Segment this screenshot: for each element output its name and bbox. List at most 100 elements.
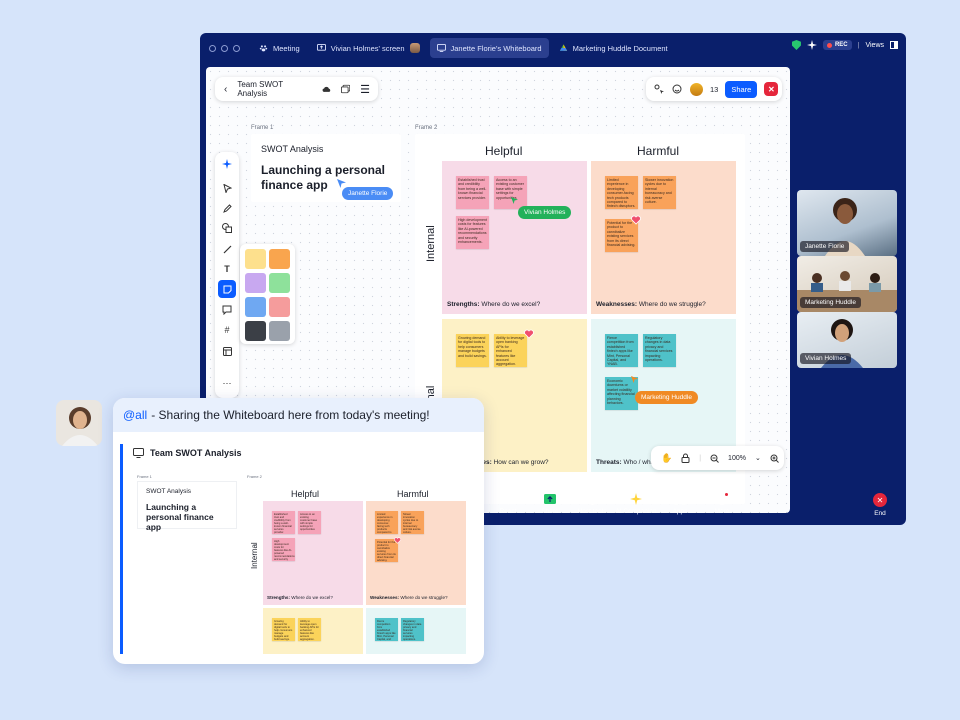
zoom-level[interactable]: 100% (728, 455, 746, 462)
color-swatch-orange[interactable] (269, 249, 290, 269)
tool-rail: T # ⋯ (215, 152, 239, 398)
sticky-note[interactable]: Access to an existing customer base with… (494, 176, 527, 209)
comment-tool-icon[interactable] (218, 301, 236, 319)
helpful-heading: Helpful (291, 489, 320, 499)
host-tools-label: Host tools (577, 508, 607, 515)
cursor-icon (337, 179, 346, 188)
weaknesses-quadrant[interactable]: Limited experience in developing consume… (591, 161, 736, 314)
record-dot-icon (826, 42, 832, 48)
preview-opportunities-quadrant: Growing demand for digital tools to help… (263, 608, 363, 654)
color-swatch-black[interactable] (245, 321, 266, 341)
more-icon (715, 493, 729, 505)
cursor-chat-icon[interactable] (654, 84, 665, 94)
sticky-note[interactable]: Ability to leverage open banking APIs fo… (494, 334, 527, 367)
frame-1-label: Frame 1 (137, 474, 152, 479)
strengths-quadrant[interactable]: Established trust and credibility from b… (442, 161, 587, 314)
sticky-note[interactable]: High development costs for features like… (456, 216, 489, 249)
mention-all[interactable]: @all (123, 408, 147, 422)
tab-vivian-screen[interactable]: Vivian Holmes' screen (310, 38, 427, 58)
color-swatch-red[interactable] (269, 297, 290, 317)
avatar (409, 43, 420, 53)
share-screen-icon (543, 493, 557, 505)
harmful-heading: Harmful (637, 144, 680, 158)
tab-meeting[interactable]: Meeting (252, 38, 307, 58)
whiteboard-preview-card[interactable]: Team SWOT Analysis Frame 1 Frame 2 SWOT … (120, 444, 484, 654)
whiteboard-title[interactable]: Team SWOT Analysis (237, 80, 301, 98)
pen-tool-icon[interactable] (218, 199, 236, 217)
preview-threats-quadrant: Fierce competition from established fint… (366, 608, 466, 654)
video-tile-janette[interactable]: Janette Florie (797, 190, 897, 256)
tab-document[interactable]: Marketing Huddle Document (552, 38, 675, 58)
divider: | (699, 454, 702, 462)
shapes-tool-icon[interactable] (218, 219, 236, 237)
zoom-in-icon[interactable] (770, 454, 779, 463)
react-label: React (499, 508, 517, 515)
close-whiteboard-button[interactable]: ✕ (764, 82, 779, 96)
end-label: End (874, 510, 886, 517)
sticky-note[interactable]: Slower innovation cycles due to internal… (643, 176, 676, 209)
video-tile-vivian[interactable]: Vivian Holmes (797, 312, 897, 368)
zoom-out-icon[interactable] (710, 454, 719, 463)
back-chevron-icon[interactable]: ‹ (224, 84, 227, 95)
hand-tool-icon[interactable]: ✋ (661, 453, 672, 464)
chevron-down-icon[interactable]: ⌄ (755, 454, 761, 462)
ai-companion-icon (629, 493, 643, 505)
reaction-icon[interactable] (672, 84, 683, 94)
line-tool-icon[interactable] (218, 240, 236, 258)
end-call-icon: ✕ (873, 493, 887, 507)
participant-count[interactable]: 13 (710, 85, 718, 94)
sticky-note[interactable]: Established trust and credibility from b… (456, 176, 489, 209)
more-button[interactable]: More (692, 493, 752, 515)
video-tile-marketing[interactable]: Marketing Huddle (797, 256, 897, 312)
end-button[interactable]: ✕ End (850, 493, 906, 517)
color-swatch-purple[interactable] (245, 273, 266, 293)
tab-whiteboard[interactable]: Janette Florie's Whiteboard (429, 38, 549, 58)
color-swatch-blue[interactable] (245, 297, 266, 317)
color-swatch-gray[interactable] (269, 321, 290, 341)
ai-sparkle-icon[interactable] (218, 155, 236, 173)
apps-icon (673, 493, 687, 505)
frame-tool-icon[interactable]: # (218, 321, 236, 339)
more-tools-icon[interactable]: ⋯ (218, 374, 236, 392)
sticky-note[interactable]: Growing demand for digital tools to help… (456, 334, 489, 367)
sticky-note[interactable]: Limited experience in developing consume… (605, 176, 638, 209)
recording-badge[interactable]: REC (822, 40, 852, 50)
chat-message: @all - Sharing the Whiteboard here from … (113, 398, 484, 432)
preview-weaknesses-quadrant: Limited experience in developing consume… (366, 501, 466, 605)
menu-icon[interactable]: ☰ (360, 83, 370, 96)
weaknesses-caption: Weaknesses: Where do we struggle? (596, 301, 706, 308)
chat-message-card[interactable]: @all - Sharing the Whiteboard here from … (113, 398, 484, 664)
whiteboard-title-bar: ‹ Team SWOT Analysis ☰ (215, 77, 378, 101)
window-controls[interactable] (209, 44, 240, 52)
harmful-heading: Harmful (397, 489, 429, 499)
preview-title: Team SWOT Analysis (133, 448, 242, 458)
sticky-note: Fierce competition from established fint… (375, 618, 398, 641)
sticky-note-tool-icon[interactable] (218, 280, 236, 298)
whiteboard-icon (436, 44, 446, 52)
frame-1-label: Frame 1 (251, 125, 274, 131)
screen-share-icon (316, 44, 326, 51)
avatar-photo (56, 400, 102, 446)
sparkle-icon[interactable] (806, 40, 817, 50)
sender-avatar[interactable] (56, 400, 102, 446)
color-swatch-yellow[interactable] (245, 249, 266, 269)
preview-title-text: Team SWOT Analysis (150, 448, 242, 458)
preview-frame-2: Helpful Harmful Internal Established tru… (245, 481, 473, 654)
divider: | (857, 41, 860, 49)
cursor-label-vivian: Vivian Holmes (518, 206, 572, 219)
copy-frames-icon[interactable] (340, 84, 351, 94)
share-button[interactable]: Share (725, 80, 758, 98)
template-tool-icon[interactable] (218, 342, 236, 360)
sticky-note: Regulatory changes in data privacy and f… (401, 618, 424, 641)
select-tool-icon[interactable] (218, 179, 236, 197)
sticky-note[interactable]: Regulatory changes in data privacy and f… (643, 334, 676, 367)
text-tool-icon[interactable]: T (218, 260, 236, 278)
sticky-note: Access to an existing customer base with… (298, 511, 321, 534)
tab-label: Vivian Holmes' screen (330, 43, 405, 53)
color-swatch-green[interactable] (269, 273, 290, 293)
sticky-color-palette (240, 244, 295, 344)
views-button[interactable]: Views (865, 42, 884, 49)
sticky-note[interactable]: Fierce competition from established fint… (605, 334, 638, 367)
strengths-caption: Strengths: Where do we excel? (267, 595, 333, 600)
lock-icon[interactable] (681, 453, 690, 463)
